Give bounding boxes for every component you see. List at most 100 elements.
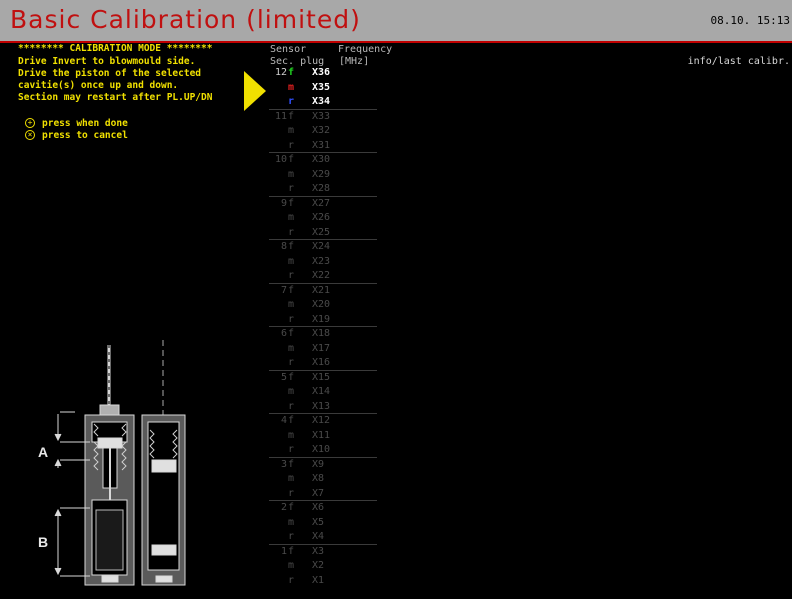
sensor-row: 9 f X27	[269, 197, 377, 211]
sensor-letter: f	[288, 67, 295, 78]
sensor-row: 11 f X33	[269, 110, 377, 124]
sensor-letter: f	[288, 458, 295, 470]
sensor-letter: m	[288, 386, 295, 397]
sensor-letter: m	[288, 125, 295, 136]
sensor-letter: r	[288, 357, 295, 368]
sensor-letter: r	[288, 183, 295, 194]
mode-banner: ******** CALIBRATION MODE ********	[18, 43, 213, 54]
plug-label: X15	[312, 371, 331, 383]
sensor-row: r X31	[269, 139, 377, 153]
section-number: 8	[280, 241, 287, 252]
sensor-row: m X5	[269, 516, 377, 530]
dimension-label-a: A	[38, 444, 48, 460]
sensor-row: r X16	[269, 356, 377, 370]
plug-label: X34	[312, 96, 331, 107]
plug-label: X9	[312, 458, 325, 470]
sensor-letter: r	[288, 226, 295, 238]
plug-label: X29	[312, 168, 331, 180]
plug-label: X26	[312, 212, 331, 223]
header-sensor: Sensor	[270, 44, 307, 55]
sensor-row: r X34	[269, 95, 377, 109]
sensor-letter: f	[288, 328, 295, 339]
plug-label: X8	[312, 473, 325, 484]
sensor-row: r X22	[269, 269, 377, 283]
sensor-letter: r	[288, 487, 295, 499]
sensor-row: 6 f X18	[269, 327, 377, 341]
sensor-letter: f	[288, 502, 295, 513]
cancel-hint: press to cancel	[42, 130, 128, 141]
sensor-letter: m	[288, 168, 295, 180]
plug-label: X4	[312, 531, 325, 542]
sensor-row: 12 f X36	[269, 66, 377, 80]
sensor-row: r X4	[269, 530, 377, 544]
plug-label: X20	[312, 299, 331, 310]
plug-label: X32	[312, 125, 331, 136]
plug-label: X21	[312, 284, 331, 296]
plug-label: X7	[312, 487, 325, 499]
instruction-line: Section may restart after PL.UP/DN	[18, 92, 213, 103]
sensor-letter: r	[288, 313, 295, 325]
plug-label: X30	[312, 154, 331, 165]
plug-label: X3	[312, 545, 325, 557]
plug-label: X28	[312, 183, 331, 194]
sensor-letter: r	[288, 139, 295, 151]
active-section-arrow-icon	[244, 71, 266, 111]
sensor-row: m X17	[269, 342, 377, 356]
sensor-letter: m	[288, 342, 295, 354]
instruction-line: Drive the piston of the selected	[18, 68, 202, 79]
plug-label: X13	[312, 400, 331, 412]
plug-label: X19	[312, 313, 331, 325]
plug-label: X35	[312, 81, 331, 93]
dimension-label-b: B	[38, 534, 48, 550]
plug-label: X25	[312, 226, 331, 238]
instruction-line: Drive Invert to blowmould side.	[18, 56, 196, 67]
plug-label: X5	[312, 516, 325, 528]
sensor-letter: m	[288, 560, 295, 571]
plug-label: X1	[312, 574, 325, 586]
sensor-row: 1 f X3	[269, 545, 377, 559]
plug-label: X33	[312, 110, 331, 122]
x-circle-icon[interactable]: ×	[25, 130, 35, 140]
sensor-letter: f	[288, 241, 295, 252]
sensor-row: 2 f X6	[269, 501, 377, 515]
sensor-row: r X25	[269, 226, 377, 240]
section-number: 5	[280, 371, 287, 383]
sensor-letter: m	[288, 429, 295, 441]
sensor-row: m X20	[269, 298, 377, 312]
sensor-row: m X14	[269, 385, 377, 399]
sensor-letter: r	[288, 400, 295, 412]
sensor-row: m X26	[269, 211, 377, 225]
plug-label: X2	[312, 560, 325, 571]
plug-label: X6	[312, 502, 325, 513]
info-last-calibration: info/last calibr.	[687, 56, 790, 67]
plus-circle-icon[interactable]: +	[25, 118, 35, 128]
done-hint: press when done	[42, 118, 128, 129]
sensor-letter: m	[288, 299, 295, 310]
sensor-row: r X7	[269, 487, 377, 501]
sensor-row: 4 f X12	[269, 414, 377, 428]
plug-label: X18	[312, 328, 331, 339]
section-number: 9	[280, 197, 287, 209]
sensor-row: m X11	[269, 429, 377, 443]
sensor-row: 5 f X15	[269, 371, 377, 385]
section-number: 1	[280, 545, 287, 557]
sensor-row: m X29	[269, 168, 377, 182]
section-number: 3	[280, 458, 287, 470]
sensor-letter: f	[288, 415, 295, 426]
sensor-row: 3 f X9	[269, 458, 377, 472]
sensor-letter: r	[288, 270, 295, 281]
plug-label: X24	[312, 241, 331, 252]
instruction-line: cavitie(s) once up and down.	[18, 80, 179, 91]
plug-label: X22	[312, 270, 331, 281]
plug-label: X10	[312, 444, 331, 455]
sensor-letter: r	[288, 96, 295, 107]
plug-label: X12	[312, 415, 331, 426]
section-number: 7	[280, 284, 287, 296]
sensor-letter: m	[288, 516, 295, 528]
calibration-screen: Basic Calibration (limited) 08.10. 15:13…	[0, 0, 792, 599]
title-bar: Basic Calibration (limited) 08.10. 15:13	[0, 0, 792, 43]
sensor-letter: m	[288, 255, 295, 267]
sensor-letter: f	[288, 110, 295, 122]
sensor-row: r X28	[269, 182, 377, 196]
date-time: 08.10. 15:13	[710, 14, 790, 27]
